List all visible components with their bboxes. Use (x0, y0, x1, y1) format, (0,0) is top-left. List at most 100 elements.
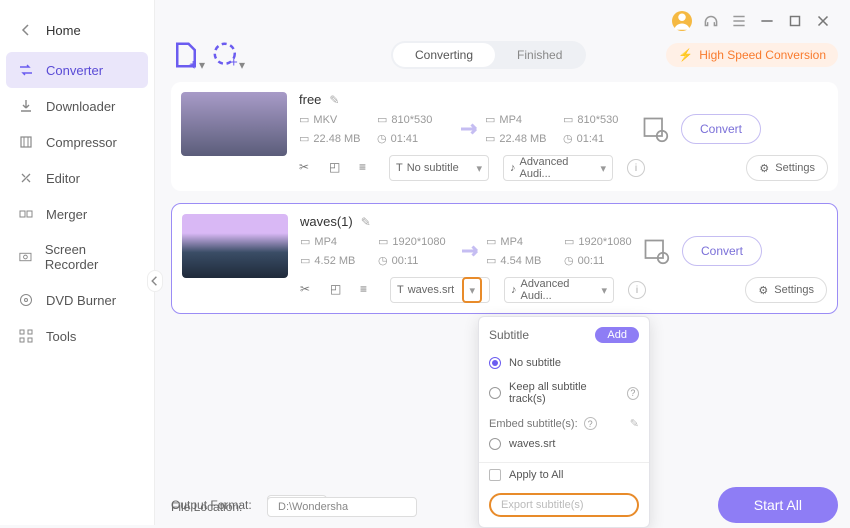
folder-icon: ▭ (485, 132, 495, 145)
gear-icon: ⚙ (758, 284, 768, 297)
converter-icon (18, 62, 34, 78)
nav-label: Converter (46, 63, 103, 78)
export-placeholder: Export subtitle(s) (501, 499, 584, 511)
minimize-icon[interactable] (758, 12, 776, 30)
nav-label: Compressor (46, 135, 117, 150)
subtitle-icon: T (396, 162, 403, 174)
nav-label: Editor (46, 171, 80, 186)
src-dur: 01:41 (391, 133, 419, 145)
output-settings-icon[interactable] (642, 237, 670, 265)
sidebar-item-recorder[interactable]: Screen Recorder (0, 232, 154, 282)
add-url-button[interactable]: + ▾ (211, 40, 241, 70)
maximize-icon[interactable] (786, 12, 804, 30)
dst-dur: 00:11 (578, 255, 605, 267)
dst-res: 1920*1080 (578, 236, 631, 248)
avatar[interactable] (672, 11, 692, 31)
option-embed-file[interactable]: waves.srt (479, 432, 649, 456)
high-speed-badge[interactable]: ⚡ High Speed Conversion (666, 43, 838, 67)
back-home[interactable]: Home (0, 8, 154, 52)
thumbnail[interactable] (182, 214, 288, 278)
cut-icon[interactable]: ✂ (300, 282, 316, 298)
collapse-sidebar[interactable] (147, 270, 163, 292)
crop-icon[interactable]: ◰ (329, 160, 345, 176)
res-icon: ▭ (377, 113, 387, 126)
edit-icon[interactable]: ✎ (630, 417, 639, 430)
tab-finished[interactable]: Finished (495, 43, 584, 67)
help-icon[interactable]: ? (584, 417, 597, 430)
output-settings-icon[interactable] (641, 115, 669, 143)
nav-label: Screen Recorder (45, 242, 136, 272)
dvd-icon (18, 292, 34, 308)
film-icon: ▭ (299, 113, 309, 126)
settings-label: Settings (774, 284, 814, 296)
convert-button[interactable]: Convert (681, 114, 761, 144)
edit-icon[interactable]: ✎ (361, 215, 371, 229)
subtitle-dropdown: Subtitle Add No subtitle Keep all subtit… (478, 316, 650, 528)
add-subtitle-button[interactable]: Add (595, 327, 639, 343)
apply-to-all[interactable]: Apply to All (479, 463, 649, 487)
chevron-down-icon: ▾ (199, 58, 205, 64)
audio-value: Advanced Audi... (520, 156, 597, 180)
chevron-down-icon[interactable]: ▾ (462, 277, 482, 303)
sidebar-item-dvd[interactable]: DVD Burner (0, 282, 154, 318)
file-title: waves(1) (300, 214, 353, 229)
info-icon[interactable]: i (627, 159, 645, 177)
file-card: free ✎ ▭MKV ▭22.48 MB ▭810*530 ◷01:41 ▭M… (171, 82, 838, 191)
settings-button[interactable]: ⚙ Settings (745, 277, 827, 303)
cut-icon[interactable]: ✂ (299, 160, 315, 176)
embed-label: Embed subtitle(s): (489, 418, 578, 430)
svg-text:+: + (230, 54, 238, 69)
arrow-icon (455, 114, 485, 144)
file-location-input[interactable]: D:\Wondersha (267, 497, 417, 517)
sidebar: Home Converter Downloader Compressor Edi… (0, 0, 155, 525)
subtitle-select[interactable]: T No subtitle ▾ (389, 155, 489, 181)
list-icon[interactable]: ≡ (359, 160, 375, 176)
list-icon[interactable]: ≡ (360, 282, 376, 298)
chevron-down-icon: ▾ (600, 162, 606, 175)
audio-select[interactable]: ♪ Advanced Audi... ▾ (504, 277, 614, 303)
option-label: Keep all subtitle track(s) (509, 381, 619, 405)
subtitle-value: waves.srt (408, 284, 454, 296)
sidebar-item-editor[interactable]: Editor (0, 160, 154, 196)
headset-icon[interactable] (702, 12, 720, 30)
sidebar-item-merger[interactable]: Merger (0, 196, 154, 232)
thumbnail[interactable] (181, 92, 287, 156)
sidebar-item-tools[interactable]: Tools (0, 318, 154, 354)
sidebar-item-converter[interactable]: Converter (6, 52, 148, 88)
hsc-label: High Speed Conversion (699, 48, 826, 62)
film-icon: ▭ (486, 235, 496, 248)
audio-select[interactable]: ♪ Advanced Audi... ▾ (503, 155, 613, 181)
menu-icon[interactable] (730, 12, 748, 30)
convert-button[interactable]: Convert (682, 236, 762, 266)
sidebar-item-downloader[interactable]: Downloader (0, 88, 154, 124)
edit-icon[interactable]: ✎ (329, 93, 339, 107)
toolbar: + ▾ + ▾ Converting Finished ⚡ High Speed… (171, 40, 838, 70)
crop-icon[interactable]: ◰ (330, 282, 346, 298)
settings-button[interactable]: ⚙ Settings (746, 155, 828, 181)
res-icon: ▭ (378, 235, 388, 248)
res-icon: ▭ (563, 113, 573, 126)
clock-icon: ◷ (377, 132, 387, 145)
dst-dur: 01:41 (577, 133, 605, 145)
subtitle-select[interactable]: T waves.srt ▾ (390, 277, 490, 303)
radio-icon (489, 357, 501, 369)
dst-format: MP4 (499, 114, 522, 126)
close-icon[interactable] (814, 12, 832, 30)
export-subtitles-input[interactable]: Export subtitle(s) (489, 493, 639, 517)
nav-label: DVD Burner (46, 293, 116, 308)
svg-text:+: + (190, 59, 197, 71)
option-label: Apply to All (509, 469, 563, 481)
film-icon: ▭ (300, 235, 310, 248)
sidebar-item-compressor[interactable]: Compressor (0, 124, 154, 160)
dst-size: 22.48 MB (499, 133, 546, 145)
add-file-button[interactable]: + ▾ (171, 40, 201, 70)
option-keep-all[interactable]: Keep all subtitle track(s) ? (479, 375, 649, 411)
folder-icon: ▭ (300, 254, 310, 267)
info-icon[interactable]: i (628, 281, 646, 299)
tab-converting[interactable]: Converting (393, 43, 495, 67)
src-format: MKV (313, 114, 337, 126)
nav-label: Tools (46, 329, 76, 344)
nav-label: Downloader (46, 99, 115, 114)
option-no-subtitle[interactable]: No subtitle (479, 351, 649, 375)
help-icon[interactable]: ? (627, 387, 639, 400)
